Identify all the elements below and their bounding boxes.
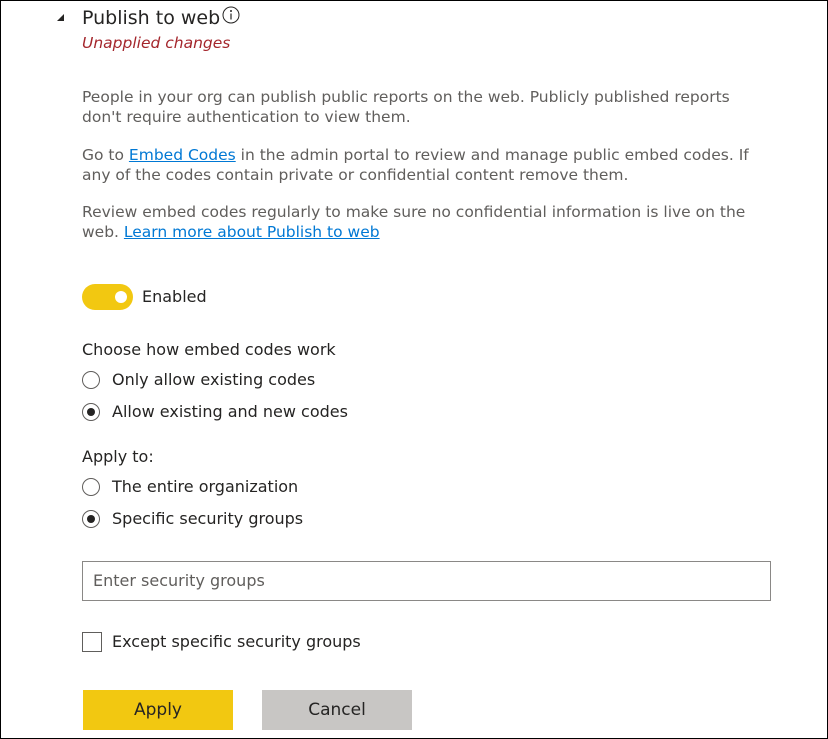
toggle-knob — [115, 291, 127, 303]
radio-allow-existing-and-new[interactable] — [82, 403, 100, 421]
radio-specific-security-groups[interactable] — [82, 510, 100, 528]
unapplied-changes-status: Unapplied changes — [82, 34, 231, 52]
toggle-label: Enabled — [142, 287, 207, 306]
description-paragraph-3: Review embed codes regularly to make sur… — [82, 202, 772, 242]
description-paragraph-2: Go to Embed Codes in the admin portal to… — [82, 145, 772, 185]
settings-panel: Publish to web Unapplied changes People … — [0, 0, 828, 739]
radio-label-only-existing-codes: Only allow existing codes — [112, 370, 316, 389]
except-security-groups-label: Except specific security groups — [112, 632, 361, 651]
enabled-toggle[interactable] — [82, 284, 133, 310]
radio-label-allow-existing-and-new: Allow existing and new codes — [112, 402, 348, 421]
radio-label-entire-organization: The entire organization — [112, 477, 299, 496]
collapse-arrow-icon[interactable] — [57, 14, 64, 21]
cancel-button[interactable]: Cancel — [262, 690, 412, 730]
radio-label-specific-security-groups: Specific security groups — [112, 509, 304, 528]
embed-codes-heading: Choose how embed codes work — [82, 340, 336, 359]
security-groups-input[interactable]: Enter security groups — [82, 561, 771, 601]
embed-codes-link[interactable]: Embed Codes — [129, 146, 236, 164]
radio-only-existing-codes[interactable] — [82, 371, 100, 389]
apply-to-heading: Apply to: — [82, 447, 154, 466]
section-title: Publish to web — [82, 7, 221, 29]
radio-entire-organization[interactable] — [82, 478, 100, 496]
description-paragraph-1: People in your org can publish public re… — [82, 88, 730, 126]
learn-more-link[interactable]: Learn more about Publish to web — [124, 223, 380, 241]
apply-button[interactable]: Apply — [83, 690, 233, 730]
p2-prefix: Go to — [82, 146, 129, 164]
except-security-groups-checkbox[interactable] — [82, 632, 102, 652]
info-icon[interactable] — [222, 6, 240, 24]
